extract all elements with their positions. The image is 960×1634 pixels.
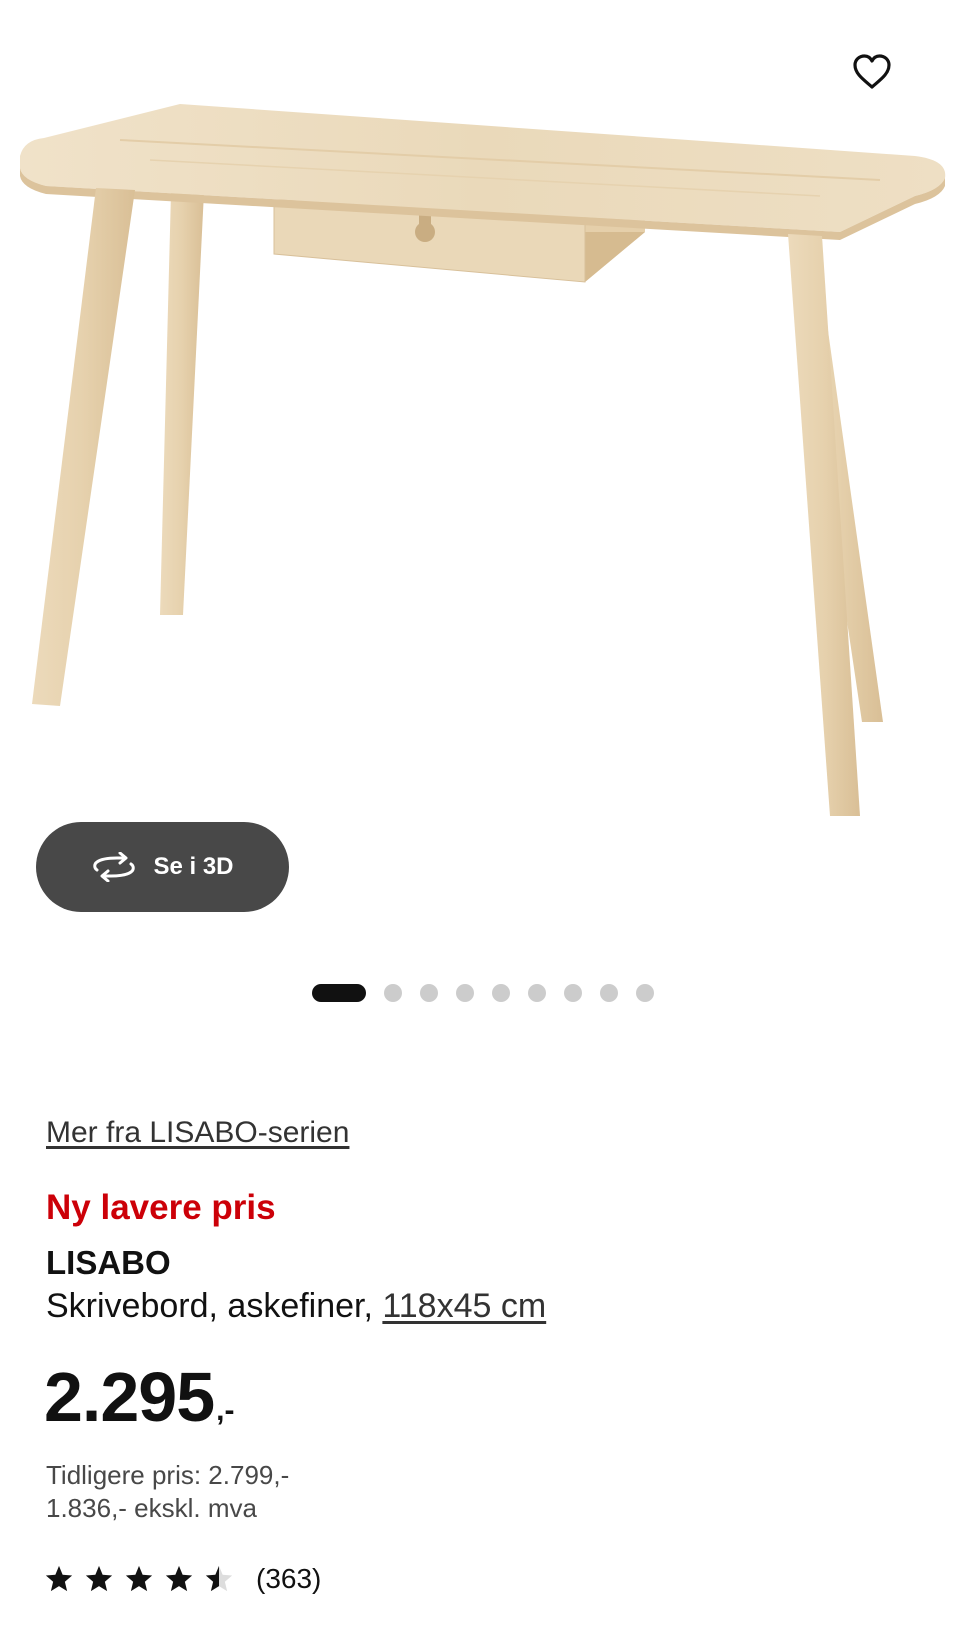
- size-link[interactable]: 118x45 cm: [382, 1287, 546, 1325]
- product-description-text: Skrivebord, askefiner,: [46, 1287, 383, 1325]
- carousel-dot[interactable]: [384, 984, 402, 1002]
- star-half-icon: [205, 1565, 233, 1592]
- star-full-icon: [165, 1565, 193, 1592]
- price-amount: 2.295: [44, 1358, 215, 1436]
- carousel-dot[interactable]: [492, 984, 510, 1002]
- carousel-dot-active[interactable]: [312, 984, 366, 1002]
- desk-illustration: [20, 104, 946, 816]
- star-full-icon: [125, 1565, 153, 1592]
- rating-stars: [44, 1564, 234, 1594]
- carousel-dot[interactable]: [456, 984, 474, 1002]
- heart-icon: [853, 54, 891, 89]
- promo-label: Ny lavere pris: [46, 1188, 276, 1227]
- carousel-dot[interactable]: [564, 984, 582, 1002]
- carousel-dot[interactable]: [528, 984, 546, 1002]
- price-suffix: ,-: [216, 1394, 235, 1427]
- product-name: LISABO: [46, 1244, 171, 1281]
- rotate-3d-icon: [93, 852, 136, 882]
- image-carousel-indicator: [312, 983, 654, 1003]
- view-in-3d-label: Se i 3D: [153, 853, 234, 880]
- carousel-dot[interactable]: [420, 984, 438, 1002]
- product-price: 2.295 ,-: [44, 1362, 235, 1432]
- favorite-button[interactable]: [846, 46, 898, 98]
- star-full-icon: [45, 1565, 73, 1592]
- desk-leg-back-left: [160, 192, 204, 615]
- star-full-icon: [85, 1565, 113, 1592]
- price-ex-vat: 1.836,- ekskl. mva: [46, 1493, 257, 1523]
- carousel-dot[interactable]: [636, 984, 654, 1002]
- product-description: Skrivebord, askefiner, 118x45 cm: [46, 1287, 546, 1326]
- product-image[interactable]: [0, 0, 960, 830]
- series-link[interactable]: Mer fra LISABO-serien: [46, 1116, 349, 1150]
- desk-leg-front-left: [32, 188, 135, 706]
- product-rating[interactable]: (363): [44, 1563, 321, 1595]
- carousel-dot[interactable]: [600, 984, 618, 1002]
- view-in-3d-button[interactable]: Se i 3D: [36, 822, 289, 912]
- rating-count: (363): [256, 1563, 322, 1594]
- previous-price: Tidligere pris: 2.799,-: [46, 1460, 290, 1490]
